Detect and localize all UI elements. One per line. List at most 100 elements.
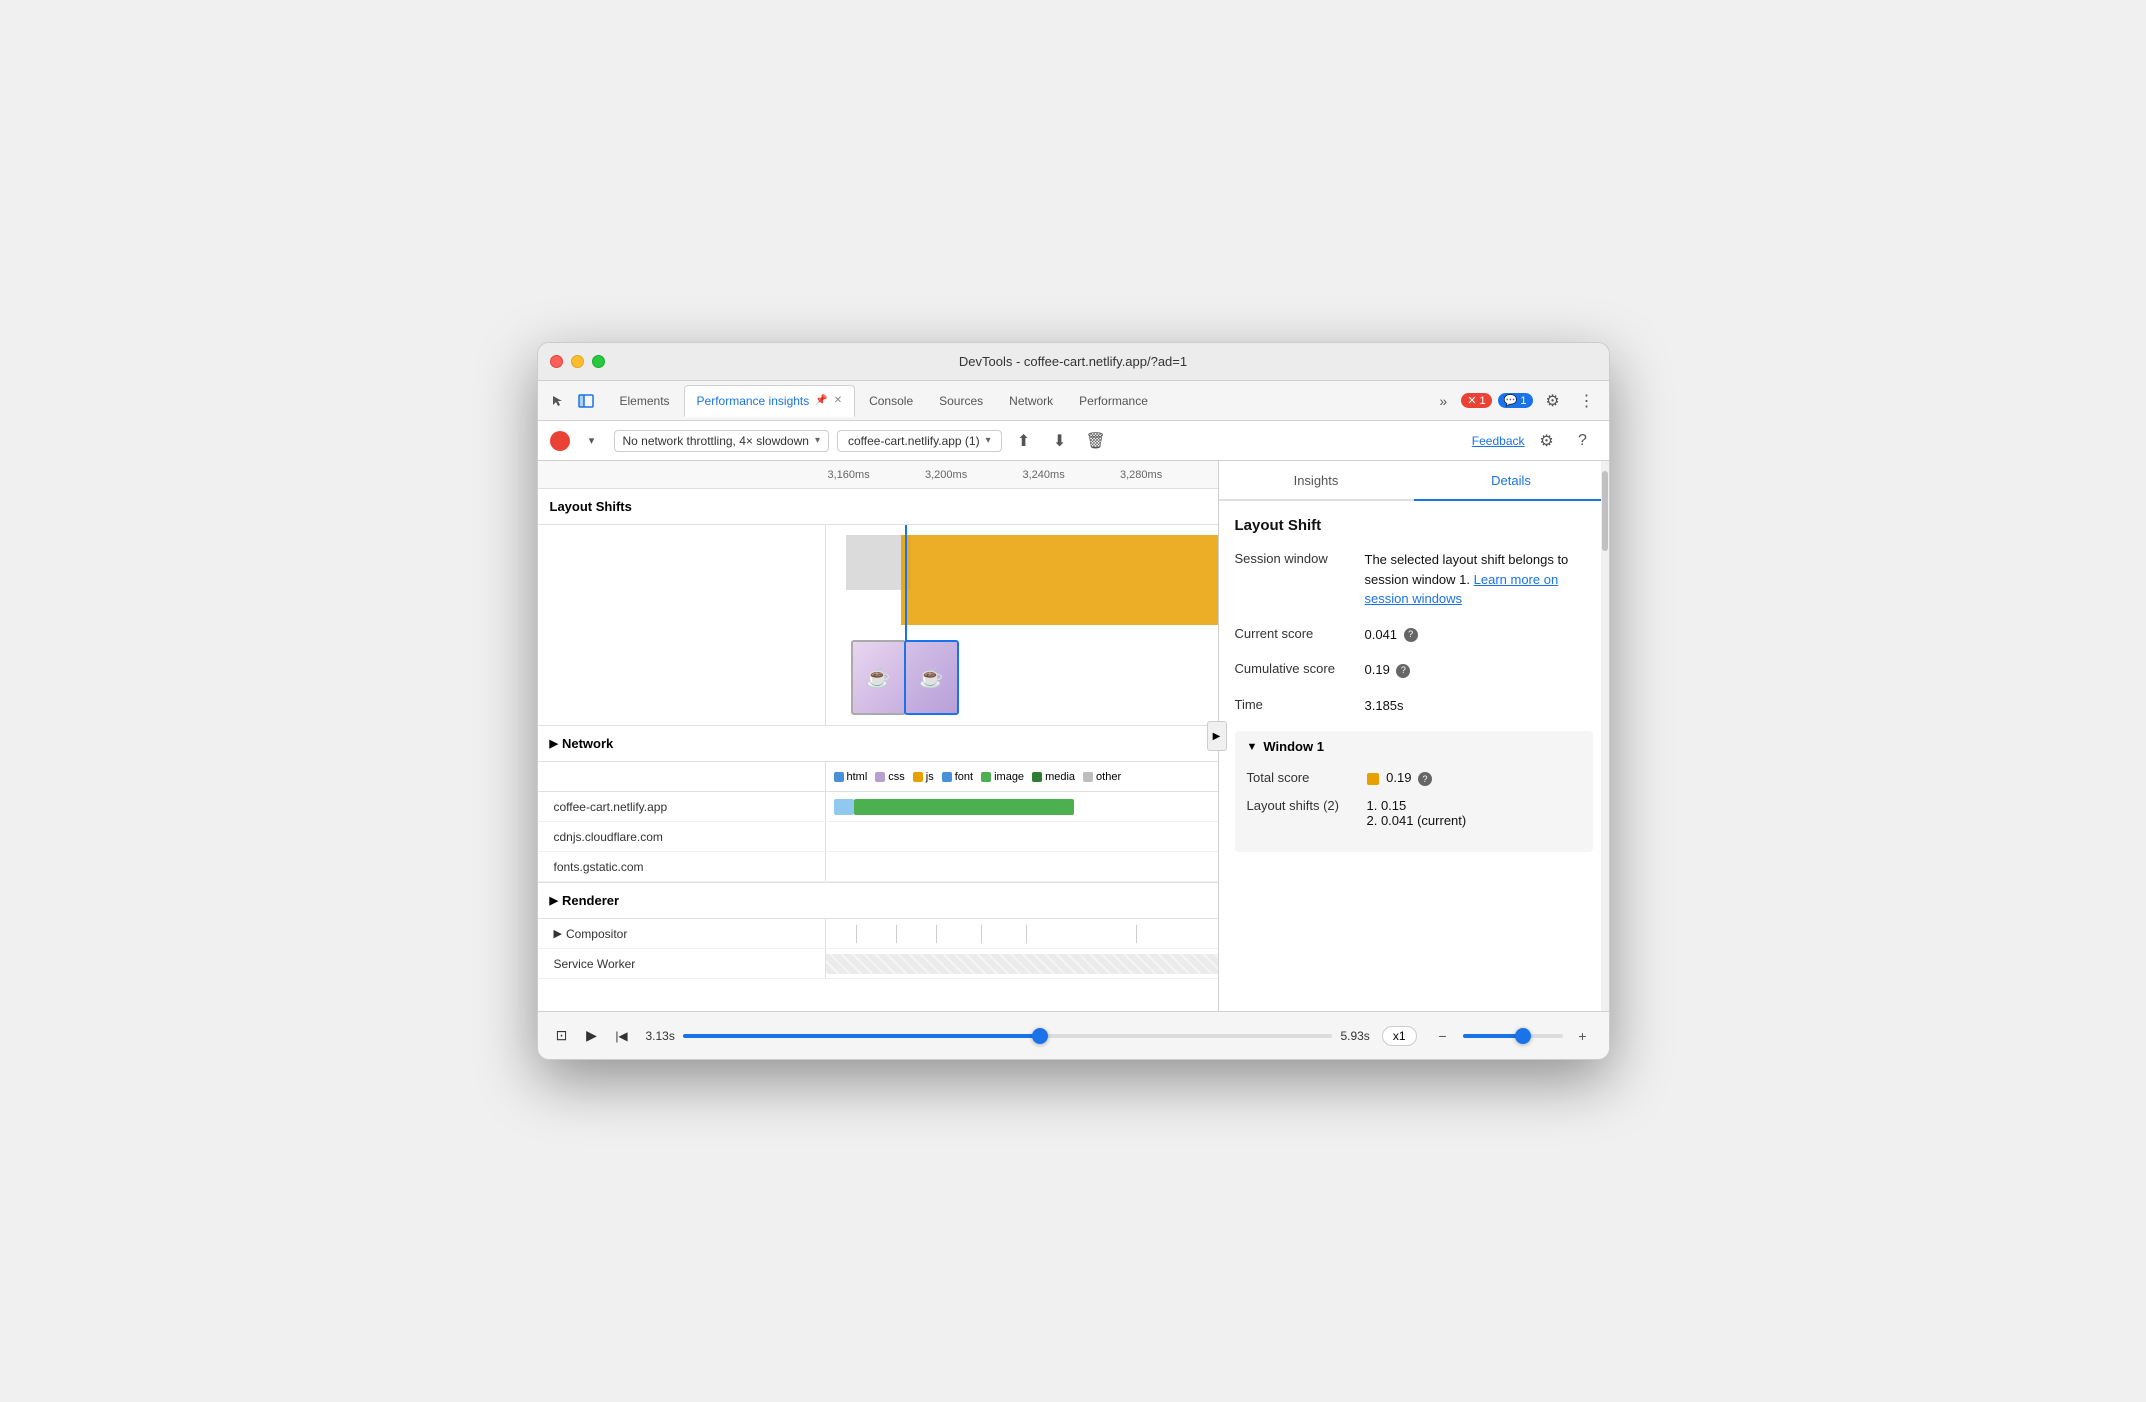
tab-performance[interactable]: Performance: [1067, 385, 1160, 417]
collapse-panel-button[interactable]: ▶: [1207, 721, 1227, 751]
detail-section-title: Layout Shift: [1235, 517, 1593, 534]
score-dot-icon: [1367, 773, 1379, 785]
current-score-label: Current score: [1235, 625, 1365, 641]
total-score-help-icon[interactable]: ?: [1418, 772, 1432, 786]
comp-tick-0: [856, 925, 857, 943]
tab-details[interactable]: Details: [1414, 461, 1609, 501]
chat-icon: 💬: [1504, 394, 1518, 407]
other-color: [1083, 772, 1093, 782]
window-total-score-row: Total score 0.19 ?: [1247, 770, 1581, 786]
skip-to-start-button[interactable]: |◀: [610, 1024, 634, 1048]
settings-button[interactable]: ⚙: [1539, 387, 1567, 415]
legend-row: html css js font image media other: [538, 762, 1218, 792]
tabbar-icons: [546, 389, 598, 413]
window-layout-shifts-row: Layout shifts (2) 1. 0.15 2. 0.041 (curr…: [1247, 798, 1581, 828]
tab-close-icon[interactable]: ✕: [834, 395, 842, 406]
window-title: DevTools - coffee-cart.netlify.app/?ad=1: [959, 354, 1187, 369]
throttle-dropdown-arrow: ▾: [815, 435, 820, 446]
zoom-slider-thumb[interactable]: [1515, 1028, 1531, 1044]
zoom-slider[interactable]: [1463, 1034, 1563, 1038]
toolbar-settings-icon[interactable]: ⚙: [1533, 427, 1561, 455]
zoom-slider-fill: [1463, 1034, 1523, 1038]
detail-row-session-window: Session window The selected layout shift…: [1235, 550, 1593, 609]
comp-tick-2: [936, 925, 937, 943]
playback-speed-button[interactable]: x1: [1382, 1026, 1417, 1046]
record-button[interactable]: [550, 431, 570, 451]
network-bar-area-1[interactable]: [826, 822, 1218, 851]
screenshot-toggle-button[interactable]: ⊡: [550, 1024, 574, 1048]
tab-console[interactable]: Console: [857, 385, 925, 417]
caret-icon[interactable]: ▾: [578, 427, 606, 455]
legend-css: css: [875, 771, 905, 783]
legend-js: js: [913, 771, 934, 783]
feedback-link[interactable]: Feedback: [1472, 434, 1525, 448]
cursor-icon[interactable]: [546, 389, 570, 413]
more-tabs-button[interactable]: »: [1431, 389, 1455, 413]
right-panel-scrollbar[interactable]: [1601, 461, 1609, 1011]
coffee-after-icon: ☕: [919, 665, 944, 690]
layout-shifts-section: Layout Shifts ☕: [538, 489, 1218, 726]
comp-tick-5: [1136, 925, 1137, 943]
network-expand-icon[interactable]: ▶: [550, 737, 558, 750]
legend-other: other: [1083, 771, 1121, 783]
legend-label-area: [538, 762, 826, 791]
playback-controls: ⊡ ▶ |◀: [550, 1024, 634, 1048]
network-label-1: cdnjs.cloudflare.com: [538, 822, 826, 851]
tabbar-right: » ✕ 1 💬 1 ⚙ ⋮: [1431, 387, 1600, 415]
comp-tick-3: [981, 925, 982, 943]
detail-content[interactable]: Layout Shift Session window The selected…: [1219, 501, 1609, 1011]
throttle-dropdown[interactable]: No network throttling, 4× slowdown ▾: [614, 430, 829, 452]
current-score-help-icon[interactable]: ?: [1404, 628, 1418, 642]
detail-row-time: Time 3.185s: [1235, 696, 1593, 716]
scrollbar-thumb[interactable]: [1602, 471, 1608, 551]
renderer-expand-icon[interactable]: ▶: [550, 894, 558, 907]
ls-orange-bar: [901, 535, 1218, 625]
compositor-label: ▶ Compositor: [538, 919, 826, 948]
tab-elements[interactable]: Elements: [608, 385, 682, 417]
right-panel: Insights Details ▶ Layout Shift Session …: [1219, 461, 1609, 1011]
minimize-button[interactable]: [571, 355, 584, 368]
start-time-label: 3.13s: [646, 1029, 675, 1043]
detail-row-current-score: Current score 0.041 ?: [1235, 625, 1593, 645]
compositor-expand-icon[interactable]: ▶: [554, 927, 562, 940]
window-section-header[interactable]: ▼ Window 1: [1235, 731, 1593, 762]
html-color: [834, 772, 844, 782]
service-worker-row: Service Worker: [538, 949, 1218, 979]
css-color: [875, 772, 885, 782]
delete-icon[interactable]: 🗑: [1082, 427, 1110, 455]
tab-sources[interactable]: Sources: [927, 385, 995, 417]
upload-icon[interactable]: ⬆: [1010, 427, 1038, 455]
url-dropdown[interactable]: coffee-cart.netlify.app (1) ▾: [837, 430, 1002, 452]
tab-network[interactable]: Network: [997, 385, 1065, 417]
zoom-out-button[interactable]: −: [1429, 1022, 1457, 1050]
timeline-body[interactable]: Layout Shifts ☕: [538, 489, 1218, 1011]
toolbar-help-icon[interactable]: ?: [1569, 427, 1597, 455]
layout-shifts-timeline[interactable]: ☕ ☕: [826, 525, 1218, 725]
slider-thumb[interactable]: [1032, 1028, 1048, 1044]
maximize-button[interactable]: [592, 355, 605, 368]
error-badge[interactable]: ✕ 1: [1461, 393, 1491, 408]
timeline-header: 3,160ms 3,200ms 3,240ms 3,280ms: [538, 461, 1218, 489]
play-button[interactable]: ▶: [580, 1024, 604, 1048]
timeline-scrubber[interactable]: [683, 1034, 1333, 1038]
close-button[interactable]: [550, 355, 563, 368]
current-score-value: 0.041 ?: [1365, 625, 1593, 645]
download-icon[interactable]: ⬇: [1046, 427, 1074, 455]
network-bar-area-2[interactable]: [826, 852, 1218, 881]
zoom-in-button[interactable]: +: [1569, 1022, 1597, 1050]
time-label: Time: [1235, 696, 1365, 712]
panel-icon[interactable]: [574, 389, 598, 413]
message-badge[interactable]: 💬 1: [1498, 393, 1533, 408]
compositor-timeline: [826, 919, 1218, 948]
tab-performance-insights[interactable]: Performance insights 📌 ✕: [684, 385, 856, 417]
coffee-before-icon: ☕: [866, 665, 891, 690]
cumulative-score-help-icon[interactable]: ?: [1396, 664, 1410, 678]
ls-before-image[interactable]: ☕: [851, 640, 906, 715]
window-total-score-label: Total score: [1247, 770, 1367, 785]
ls-after-image[interactable]: ☕: [904, 640, 959, 715]
tab-insights[interactable]: Insights: [1219, 461, 1414, 501]
throttle-label: No network throttling, 4× slowdown: [623, 434, 809, 448]
toolbar: ▾ No network throttling, 4× slowdown ▾ c…: [538, 421, 1609, 461]
network-bar-area-0[interactable]: [826, 792, 1218, 821]
more-options-button[interactable]: ⋮: [1573, 387, 1601, 415]
